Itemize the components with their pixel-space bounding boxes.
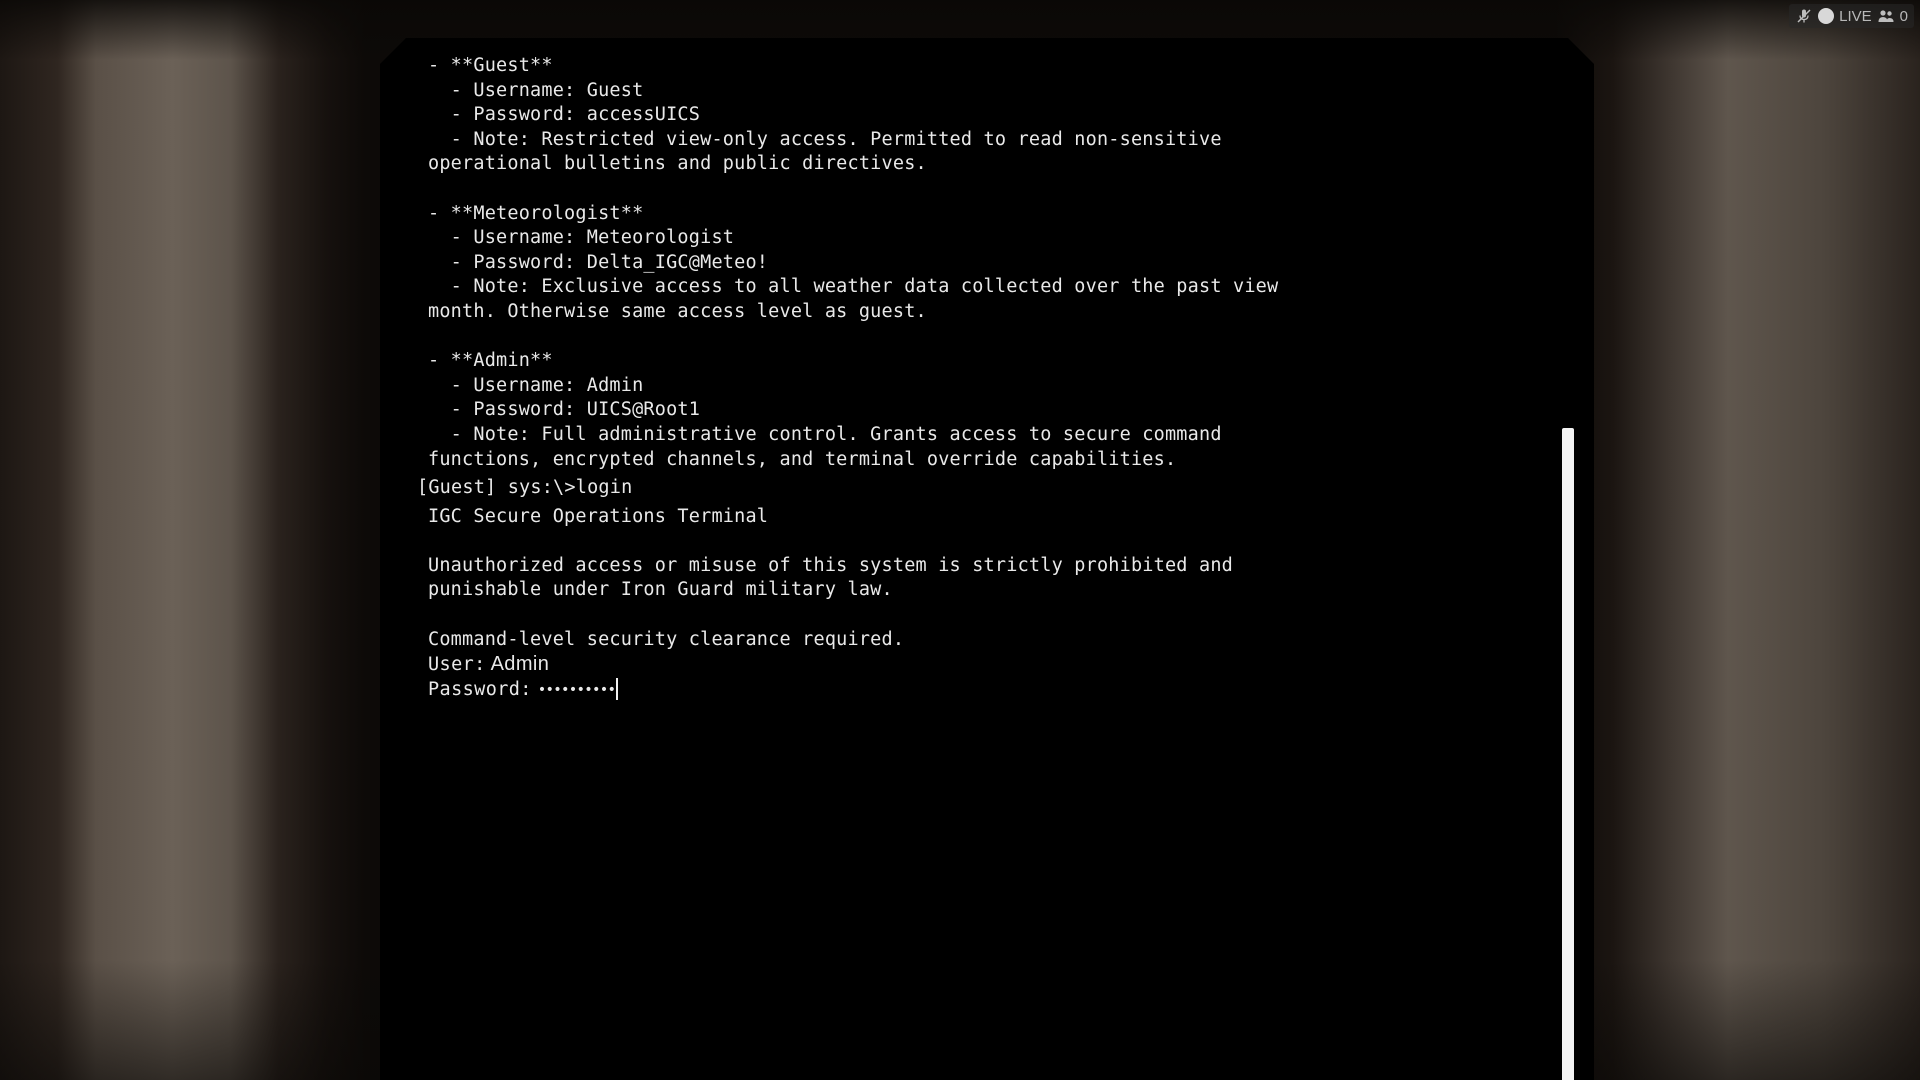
scrollbar-thumb[interactable] — [1562, 428, 1574, 1080]
history-line: functions, encrypted channels, and termi… — [428, 448, 1177, 470]
scrollbar[interactable] — [1562, 428, 1574, 1080]
user-label: User: — [428, 654, 486, 676]
viewer-count: 0 — [1899, 7, 1908, 25]
history-line: - Username: Admin — [428, 374, 644, 396]
terminal-history: - **Guest** - Username: Guest - Password… — [428, 54, 1528, 472]
history-line: - Password: Delta_IGC@Meteo! — [428, 251, 769, 273]
history-line: - Username: Meteorologist — [428, 227, 735, 249]
password-label: Password: — [428, 678, 532, 700]
history-line: - Note: Full administrative control. Gra… — [428, 423, 1222, 445]
history-line: operational bulletins and public directi… — [428, 153, 927, 175]
password-input[interactable]: •••••••••• — [538, 682, 616, 698]
terminal-output: - **Guest** - Username: Guest - Password… — [417, 54, 1528, 702]
live-label: LIVE — [1839, 7, 1872, 25]
password-field[interactable]: Password: •••••••••• — [428, 677, 1528, 702]
history-line: - Password: accessUICS — [428, 104, 701, 126]
history-line: - **Meteorologist** — [428, 202, 644, 224]
banner-line: IGC Secure Operations Terminal — [428, 505, 769, 527]
banner-line — [428, 603, 1528, 628]
history-line: - Username: Guest — [428, 79, 644, 101]
banner-line: Unauthorized access or misuse of this sy… — [428, 554, 1233, 576]
login-banner: IGC Secure Operations Terminal Unauthoriz… — [428, 505, 1528, 653]
stream-status-overlay: LIVE 0 — [1789, 4, 1914, 28]
banner-line — [428, 529, 1528, 554]
viewers-icon — [1877, 7, 1895, 25]
history-line: - Note: Exclusive access to all weather … — [428, 276, 1279, 298]
banner-line: Command-level security clearance require… — [428, 628, 905, 650]
history-line — [428, 325, 1528, 350]
history-line: - **Admin** — [428, 350, 553, 372]
history-line: - Note: Restricted view-only access. Per… — [428, 128, 1222, 150]
user-value: Admin — [490, 653, 550, 676]
terminal-screen[interactable]: - **Guest** - Username: Guest - Password… — [380, 38, 1594, 1080]
command-prompt: [Guest] sys:\>login — [417, 477, 633, 499]
text-cursor — [616, 677, 619, 700]
history-line: - Password: UICS@Root1 — [428, 399, 701, 421]
user-field: User: Admin — [428, 652, 1528, 677]
live-dot-icon — [1818, 8, 1835, 24]
mic-muted-icon[interactable] — [1795, 7, 1813, 25]
history-line: month. Otherwise same access level as gu… — [428, 300, 927, 322]
history-line: - **Guest** — [428, 55, 553, 76]
history-line — [428, 177, 1528, 202]
banner-line: punishable under Iron Guard military law… — [428, 579, 893, 601]
